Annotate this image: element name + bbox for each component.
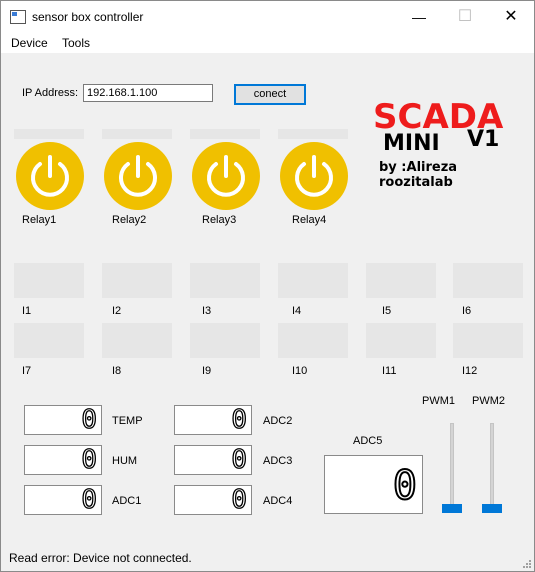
input-indicator-i4 [278,263,348,298]
adc4-label: ADC4 [263,495,293,507]
main-window: sensor box controller — ☐ ✕ Device Tools… [0,0,535,572]
relay4-label: Relay4 [292,214,327,226]
input-label-i2: I2 [112,305,122,317]
temp-label: TEMP [112,415,143,427]
hum-value: 0 [81,445,98,475]
input-indicator-i8 [102,323,172,358]
brand-author: by :Alireza roozitalab [379,160,458,190]
adc4-display: 0 [174,485,252,515]
input-indicator-i9 [190,323,260,358]
adc3-display: 0 [174,445,252,475]
adc1-display: 0 [24,485,102,515]
connect-button[interactable]: conect [234,84,306,105]
input-label-i9: I9 [202,365,212,377]
brand-subtitle: MINI [383,131,440,156]
relay3-indicator [190,129,260,139]
input-indicator-i1 [14,263,84,298]
input-indicator-i3 [190,263,260,298]
adc2-value: 0 [231,405,248,435]
input-indicator-i7 [14,323,84,358]
adc2-label: ADC2 [263,415,293,427]
input-indicator-i5 [366,263,436,298]
hum-label: HUM [112,455,138,467]
adc2-display: 0 [174,405,252,435]
relay4-indicator [278,129,348,139]
input-label-i6: I6 [462,305,472,317]
input-label-i10: I10 [292,365,308,377]
input-indicator-i10 [278,323,348,358]
pwm1-label: PWM1 [422,395,455,407]
relay2-indicator [102,129,172,139]
adc1-value: 0 [81,485,98,515]
menu-bar: Device Tools [1,33,534,53]
adc3-value: 0 [231,445,248,475]
relay1-indicator [14,129,84,139]
relay1-label: Relay1 [22,214,57,226]
adc3-label: ADC3 [263,455,293,467]
input-label-i3: I3 [202,305,212,317]
input-label-i12: I12 [462,365,478,377]
temp-display: 0 [24,405,102,435]
minimize-button[interactable]: — [396,1,442,33]
brand-version: V1 [467,127,500,152]
ip-address-label: IP Address: [22,87,79,99]
hum-display: 0 [24,445,102,475]
input-indicator-i2 [102,263,172,298]
relay1-button[interactable] [16,142,84,210]
input-label-i7: I7 [22,365,32,377]
relay4-button[interactable] [280,142,348,210]
menu-device[interactable]: Device [11,36,48,50]
input-indicator-i12 [453,323,523,358]
pwm1-slider-track[interactable] [450,423,454,513]
power-icon [295,155,333,197]
adc5-display: 0 [324,455,423,514]
adc4-value: 0 [231,485,248,515]
close-button[interactable]: ✕ [488,1,534,33]
relay3-label: Relay3 [202,214,237,226]
input-label-i4: I4 [292,305,302,317]
status-bar-text: Read error: Device not connected. [9,551,192,565]
maximize-button[interactable]: ☐ [442,1,488,33]
app-icon [10,10,26,24]
resize-grip-icon[interactable] [523,560,531,568]
power-icon [207,155,245,197]
window-title: sensor box controller [32,10,144,24]
menu-tools[interactable]: Tools [62,36,90,50]
client-area: IP Address: conect SCADA MINI V1 by :Ali… [1,53,534,571]
input-indicator-i6 [453,263,523,298]
input-label-i8: I8 [112,365,122,377]
temp-value: 0 [81,405,98,435]
input-label-i5: I5 [382,305,392,317]
adc5-value: 0 [392,463,418,509]
power-icon [119,155,157,197]
relay3-button[interactable] [192,142,260,210]
relay2-label: Relay2 [112,214,147,226]
pwm2-slider-thumb[interactable] [482,504,502,513]
pwm2-label: PWM2 [472,395,505,407]
input-label-i1: I1 [22,305,32,317]
title-bar: sensor box controller — ☐ ✕ [1,1,534,33]
power-icon [31,155,69,197]
ip-address-input[interactable] [83,84,213,102]
pwm2-slider-track[interactable] [490,423,494,513]
input-label-i11: I11 [382,365,397,377]
adc1-label: ADC1 [112,495,142,507]
adc5-label: ADC5 [353,435,383,447]
pwm1-slider-thumb[interactable] [442,504,462,513]
relay2-button[interactable] [104,142,172,210]
input-indicator-i11 [366,323,436,358]
